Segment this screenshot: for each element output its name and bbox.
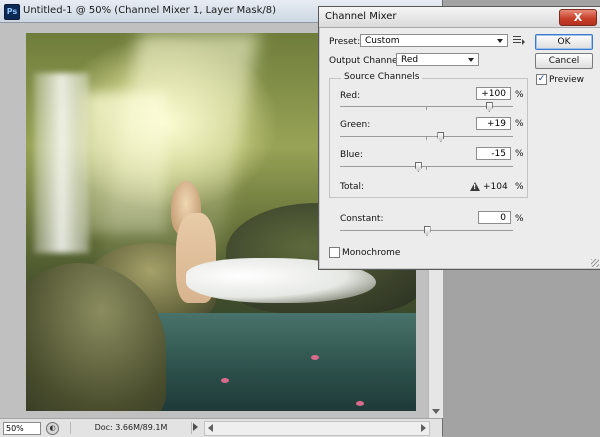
- green-channel-unit: %: [515, 119, 524, 129]
- status-bar: 50% ◐ Doc: 3.66M/89.1M: [0, 418, 442, 437]
- constant-slider-thumb[interactable]: [423, 226, 431, 236]
- channel-mixer-dialog: Channel Mixer X Preset: Custom Output Ch…: [318, 6, 600, 270]
- monochrome-checkbox[interactable]: [329, 247, 340, 258]
- document-size-info: Doc: 3.66M/89.1M: [70, 422, 192, 434]
- zoom-level-field[interactable]: 50%: [3, 422, 41, 435]
- scroll-right-arrow-icon[interactable]: [421, 424, 426, 432]
- chevron-down-icon: [468, 58, 474, 62]
- constant-unit: %: [515, 214, 524, 224]
- blue-channel-label: Blue:: [340, 150, 363, 160]
- status-info-icon[interactable]: ◐: [46, 422, 59, 435]
- preset-options-icon[interactable]: [513, 36, 525, 46]
- checkmark-icon: ✓: [537, 74, 546, 84]
- close-button[interactable]: X: [559, 9, 597, 26]
- red-channel-label: Red:: [340, 91, 361, 101]
- resize-grip-icon[interactable]: [591, 259, 599, 267]
- chevron-down-icon: [497, 39, 503, 43]
- ok-button[interactable]: OK: [535, 34, 593, 50]
- scroll-down-arrow-icon[interactable]: [432, 409, 440, 414]
- document-title: Untitled-1 @ 50% (Channel Mixer 1, Layer…: [23, 5, 277, 16]
- green-channel-center-tick: [426, 137, 427, 140]
- total-label: Total:: [340, 182, 365, 192]
- red-channel-input[interactable]: +100: [476, 87, 511, 100]
- status-menu-arrow-icon[interactable]: [193, 423, 198, 431]
- preset-label: Preset:: [329, 37, 361, 47]
- dialog-title: Channel Mixer: [325, 11, 397, 22]
- monochrome-label: Monochrome: [342, 248, 401, 258]
- total-value: +104: [483, 182, 508, 192]
- cancel-button[interactable]: Cancel: [535, 53, 593, 69]
- blue-channel-unit: %: [515, 149, 524, 159]
- warning-icon: [470, 182, 480, 191]
- green-channel-label: Green:: [340, 120, 371, 130]
- red-channel-center-tick: [426, 107, 427, 110]
- preset-dropdown[interactable]: Custom: [360, 34, 508, 47]
- constant-input[interactable]: 0: [478, 211, 511, 224]
- constant-label: Constant:: [340, 214, 384, 224]
- preview-checkbox[interactable]: ✓: [536, 74, 547, 85]
- scroll-left-arrow-icon[interactable]: [208, 424, 213, 432]
- output-channel-label: Output Channel:: [329, 56, 404, 66]
- source-channels-title: Source Channels: [341, 72, 423, 82]
- red-channel-unit: %: [515, 90, 524, 100]
- blue-channel-input[interactable]: -15: [476, 147, 511, 160]
- total-unit: %: [515, 182, 524, 192]
- horizontal-scrollbar[interactable]: [204, 421, 430, 436]
- output-channel-value: Red: [401, 55, 419, 65]
- photoshop-icon: Ps: [4, 4, 20, 20]
- blue-channel-center-tick: [426, 167, 427, 170]
- preview-label: Preview: [549, 75, 585, 85]
- preset-value: Custom: [365, 36, 400, 46]
- output-channel-dropdown[interactable]: Red: [396, 53, 479, 66]
- green-channel-input[interactable]: +19: [476, 117, 511, 130]
- dialog-titlebar[interactable]: Channel Mixer X: [319, 7, 600, 28]
